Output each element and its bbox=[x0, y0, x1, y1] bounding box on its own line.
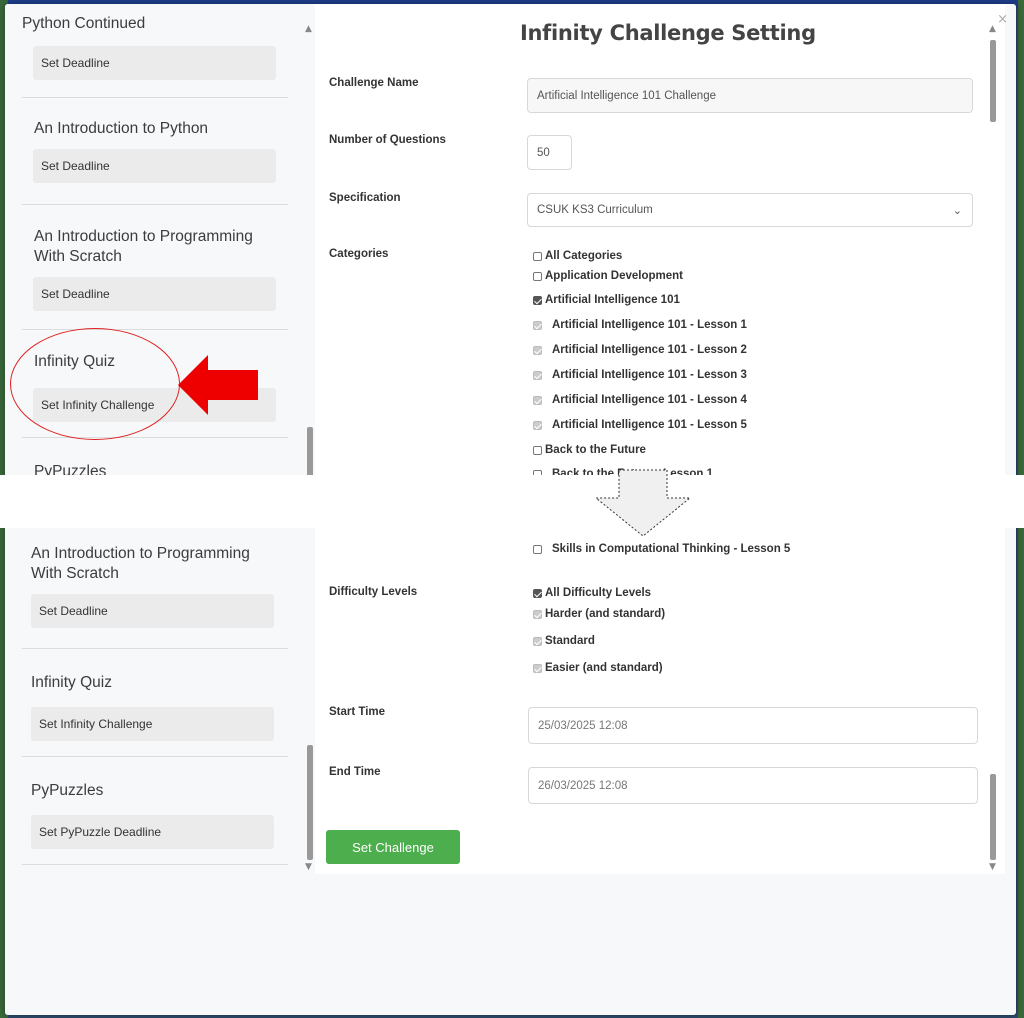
checkbox-icon bbox=[533, 271, 542, 281]
end-time-label: End Time bbox=[329, 766, 381, 778]
splice-band bbox=[0, 475, 1024, 528]
checkbox-icon bbox=[533, 445, 542, 455]
checkbox-icon bbox=[533, 395, 542, 405]
right-scrollbar[interactable] bbox=[990, 40, 996, 122]
specification-select[interactable]: CSUK KS3 Curriculum ⌄ bbox=[527, 193, 973, 227]
category-label: Application Development bbox=[545, 270, 684, 282]
scroll-down-icon[interactable]: ▼ bbox=[989, 862, 996, 872]
course-title: An Introduction to Programming With Scra… bbox=[34, 228, 253, 265]
course-item: PyPuzzles bbox=[22, 438, 288, 480]
checkbox-icon bbox=[533, 609, 542, 619]
challenge-name-label: Challenge Name bbox=[329, 77, 419, 89]
difficulty-option-label: Standard bbox=[545, 635, 595, 647]
difficulty-option-label: Harder (and standard) bbox=[545, 608, 666, 620]
course-item: An Introduction to Programming With Scra… bbox=[22, 532, 288, 649]
checkbox-icon bbox=[533, 295, 542, 305]
difficulty-checkbox[interactable]: Harder (and standard) bbox=[533, 608, 665, 620]
category-checkbox[interactable]: Artificial Intelligence 101 - Lesson 1 bbox=[533, 319, 747, 331]
checkbox-icon bbox=[533, 420, 542, 430]
category-checkbox[interactable]: Artificial Intelligence 101 - Lesson 5 bbox=[533, 419, 747, 431]
categories-label: Categories bbox=[329, 248, 389, 260]
end-time-input[interactable]: 26/03/2025 12:08 bbox=[528, 767, 978, 804]
category-label: Artificial Intelligence 101 bbox=[545, 294, 680, 306]
category-checkbox[interactable]: Artificial Intelligence 101 - Lesson 2 bbox=[533, 344, 747, 356]
category-checkbox[interactable]: Artificial Intelligence 101 bbox=[533, 294, 680, 306]
difficulty-option-label: Easier (and standard) bbox=[545, 662, 663, 674]
course-title: PyPuzzles bbox=[31, 782, 104, 799]
specification-value: CSUK KS3 Curriculum bbox=[537, 204, 653, 216]
checkbox-icon bbox=[533, 251, 542, 261]
category-checkbox[interactable]: Artificial Intelligence 101 - Lesson 4 bbox=[533, 394, 747, 406]
difficulty-label: Difficulty Levels bbox=[329, 586, 418, 598]
difficulty-checkbox[interactable]: Easier (and standard) bbox=[533, 662, 663, 674]
checkbox-icon bbox=[533, 345, 542, 355]
set-deadline-button[interactable]: Set Deadline bbox=[31, 594, 274, 628]
set-deadline-button[interactable]: Set Deadline bbox=[33, 149, 276, 183]
left-scrollbar[interactable] bbox=[307, 745, 313, 860]
category-label: Artificial Intelligence 101 - Lesson 1 bbox=[552, 319, 747, 331]
course-item: Infinity Quiz Set Infinity Challenge bbox=[22, 649, 288, 757]
checkbox-icon bbox=[533, 320, 542, 330]
challenge-name-input[interactable]: Artificial Intelligence 101 Challenge bbox=[527, 78, 973, 113]
category-label: Skills in Computational Thinking - Lesso… bbox=[552, 543, 791, 555]
course-title: An Introduction to Python bbox=[34, 120, 209, 137]
challenge-settings-panel: Infinity Challenge Setting Challenge Nam… bbox=[315, 4, 1005, 874]
category-label: Artificial Intelligence 101 - Lesson 2 bbox=[552, 344, 747, 356]
course-title: Python Continued bbox=[22, 15, 146, 32]
specification-label: Specification bbox=[329, 192, 401, 204]
difficulty-checkbox[interactable]: Standard bbox=[533, 635, 595, 647]
category-checkbox[interactable]: Application Development bbox=[533, 270, 683, 282]
category-label: Artificial Intelligence 101 - Lesson 5 bbox=[552, 419, 747, 431]
scroll-up-icon[interactable]: ▲ bbox=[989, 24, 996, 34]
course-title: An Introduction to Programming With Scra… bbox=[31, 545, 250, 582]
start-time-input[interactable]: 25/03/2025 12:08 bbox=[528, 707, 978, 744]
category-checkbox[interactable]: Artificial Intelligence 101 - Lesson 3 bbox=[533, 369, 747, 381]
red-arrow-icon bbox=[178, 355, 258, 415]
course-title: Infinity Quiz bbox=[31, 674, 112, 691]
difficulty-option-label: All Difficulty Levels bbox=[545, 587, 652, 599]
set-deadline-button[interactable]: Set Deadline bbox=[33, 277, 276, 311]
close-icon[interactable]: × bbox=[997, 12, 1008, 27]
scroll-down-icon[interactable]: ▼ bbox=[305, 862, 312, 872]
left-scrollbar[interactable] bbox=[307, 427, 313, 477]
course-item: Python Continued Set Deadline bbox=[22, 10, 288, 98]
set-infinity-challenge-button[interactable]: Set Infinity Challenge bbox=[31, 707, 274, 741]
set-pypuzzle-deadline-button[interactable]: Set PyPuzzle Deadline bbox=[31, 815, 274, 849]
checkbox-icon bbox=[533, 544, 542, 554]
category-label: Artificial Intelligence 101 - Lesson 3 bbox=[552, 369, 747, 381]
course-item: An Introduction to Python Set Deadline bbox=[22, 98, 288, 205]
set-deadline-button[interactable]: Set Deadline bbox=[33, 46, 276, 80]
num-questions-input[interactable]: 50 bbox=[527, 135, 572, 170]
num-questions-label: Number of Questions bbox=[329, 134, 446, 146]
right-scrollbar[interactable] bbox=[990, 774, 996, 860]
course-item: An Introduction to Programming With Scra… bbox=[22, 205, 288, 330]
checkbox-icon bbox=[533, 663, 542, 673]
scroll-up-icon[interactable]: ▲ bbox=[305, 24, 312, 34]
course-item: PyPuzzles Set PyPuzzle Deadline bbox=[22, 757, 288, 865]
difficulty-checkbox[interactable]: All Difficulty Levels bbox=[533, 587, 651, 599]
category-label: Artificial Intelligence 101 - Lesson 4 bbox=[552, 394, 747, 406]
category-label: All Categories bbox=[545, 250, 623, 262]
chevron-down-icon: ⌄ bbox=[952, 203, 962, 217]
category-label: Back to the Future bbox=[545, 444, 646, 456]
category-checkbox[interactable]: All Categories bbox=[533, 250, 622, 262]
category-checkbox[interactable]: Back to the Future bbox=[533, 444, 646, 456]
checkbox-icon bbox=[533, 636, 542, 646]
checkbox-icon bbox=[533, 370, 542, 380]
annotation-circle bbox=[10, 328, 180, 440]
set-challenge-button[interactable]: Set Challenge bbox=[326, 830, 460, 864]
category-checkbox[interactable]: Skills in Computational Thinking - Lesso… bbox=[533, 543, 790, 555]
modal-title: Infinity Challenge Setting bbox=[520, 21, 816, 45]
checkbox-icon bbox=[533, 588, 542, 598]
down-arrow-icon bbox=[594, 469, 692, 537]
start-time-label: Start Time bbox=[329, 706, 386, 718]
